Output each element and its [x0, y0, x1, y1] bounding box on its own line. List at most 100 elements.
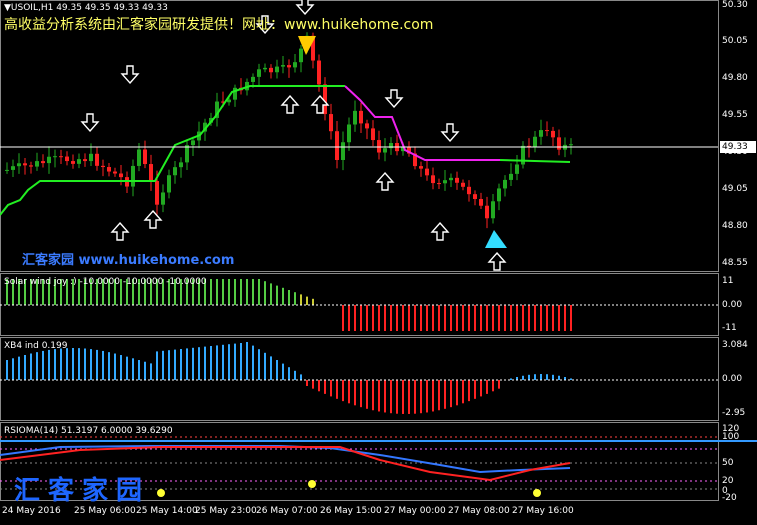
candle-body	[23, 163, 27, 166]
watermark-top-url[interactable]: www.huikehome.com	[284, 17, 433, 33]
candle-body	[191, 140, 195, 146]
candle-body	[161, 192, 165, 205]
candle-body	[479, 199, 483, 206]
time-axis-label: 27 May 00:00	[384, 506, 446, 516]
trail-up-line	[499, 159, 571, 163]
time-axis-label: 26 May 15:00	[320, 506, 382, 516]
price-axis-label: 48.80	[722, 221, 748, 231]
candle-body	[59, 156, 63, 158]
symbol-info: ▼USOIL,H1 49.35 49.35 49.33 49.33	[4, 3, 168, 13]
candle-body	[317, 60, 321, 85]
arrow-shape	[280, 94, 300, 114]
candle-body	[47, 156, 51, 164]
time-axis-label: 27 May 16:00	[512, 506, 574, 516]
solar-wind-axis-label: 11	[722, 276, 734, 286]
rsioma-axis-label: 50	[722, 458, 734, 468]
candle-body	[419, 166, 423, 169]
candle-body	[509, 173, 513, 180]
candle-body	[347, 124, 351, 143]
candle-body	[119, 173, 123, 178]
candle-body	[149, 164, 153, 182]
arrow-shape	[487, 251, 507, 271]
candle-body	[299, 48, 303, 63]
candle-body	[431, 175, 435, 184]
candle-body	[155, 181, 159, 205]
candle-body	[497, 188, 501, 202]
candle-body	[71, 161, 75, 164]
rsioma-dot	[157, 489, 165, 497]
arrow-shape	[440, 123, 460, 143]
candle-body	[137, 149, 141, 166]
arrow-down-icon	[295, 0, 315, 16]
candle-body	[443, 180, 447, 184]
rsioma-axis-label: -20	[722, 493, 737, 503]
candle-body	[551, 130, 555, 138]
solar-wind-axis-label: 0.00	[722, 300, 743, 310]
candle-body	[365, 123, 369, 129]
xb4-panel[interactable]	[0, 342, 718, 414]
time-axis-label: 27 May 08:00	[448, 506, 510, 516]
candle-body	[287, 65, 291, 68]
current-price-label: 49.33	[720, 141, 756, 153]
candle-body	[353, 110, 357, 125]
candle-body	[35, 161, 39, 167]
arrow-shape	[295, 0, 315, 16]
candle-body	[53, 156, 57, 158]
rsioma-axis-label: 20	[722, 476, 734, 486]
candle-body	[11, 166, 15, 170]
candle-body	[485, 205, 489, 219]
candle-body	[503, 179, 507, 189]
candle-body	[131, 165, 135, 187]
candle-body	[257, 69, 261, 77]
candle-body	[533, 136, 537, 147]
xb4-axis-label: -2.95	[722, 408, 746, 418]
candle-body	[449, 177, 453, 181]
rsioma-dot	[308, 480, 316, 488]
arrow-up-icon	[280, 94, 300, 114]
arrow-up-icon	[430, 221, 450, 241]
candle-body	[473, 194, 477, 200]
candle-body	[101, 165, 105, 168]
main-price-panel[interactable]	[0, 0, 718, 271]
watermark-bottom: 汇客家园	[14, 476, 151, 506]
solar-wind-axis-label: -11	[722, 323, 737, 333]
candle-body	[29, 165, 33, 167]
candle-body	[65, 156, 69, 162]
candle-body	[329, 114, 333, 132]
candle-body	[335, 131, 339, 160]
candle-body	[467, 186, 471, 195]
candle-body	[269, 67, 273, 73]
price-axis-label: 48.55	[722, 258, 748, 268]
arrow-up-icon	[143, 209, 163, 229]
rsioma-dot	[533, 489, 541, 497]
watermark-top-text: 高收益分析系统由汇客家园研发提供！网址：	[4, 17, 284, 33]
price-axis-label: 49.55	[722, 110, 748, 120]
candle-body	[89, 153, 93, 162]
candle-body	[515, 164, 519, 174]
rsioma-axis-label: 100	[722, 432, 740, 442]
candle-body	[179, 162, 183, 168]
xb4-axis-label: 0.00	[722, 374, 743, 384]
candle-body	[5, 169, 9, 171]
arrow-shape	[384, 89, 404, 109]
time-axis-label: 26 May 07:00	[256, 506, 318, 516]
candle-body	[281, 65, 285, 67]
xb4-label: XB4 ind 0.199	[4, 341, 68, 351]
price-axis-label: 50.05	[722, 36, 748, 46]
candle-body	[341, 142, 345, 160]
arrow-up-icon	[110, 221, 130, 241]
candle-body	[461, 182, 465, 187]
candle-body	[17, 163, 21, 167]
candle-body	[557, 137, 561, 150]
candle-body	[377, 140, 381, 153]
watermark-mid: 汇客家园 www.huikehome.com	[22, 253, 235, 268]
candle-body	[41, 161, 45, 164]
price-axis-label: 49.80	[722, 73, 748, 83]
arrow-down-icon	[440, 123, 460, 143]
candle-body	[143, 149, 147, 165]
price-axis-label: 49.05	[722, 184, 748, 194]
time-axis-label: 25 May 06:00	[74, 506, 136, 516]
arrow-shape	[430, 221, 450, 241]
candle-body	[95, 153, 99, 166]
watermark-top: 高收益分析系统由汇客家园研发提供！网址：www.huikehome.com	[4, 14, 433, 34]
